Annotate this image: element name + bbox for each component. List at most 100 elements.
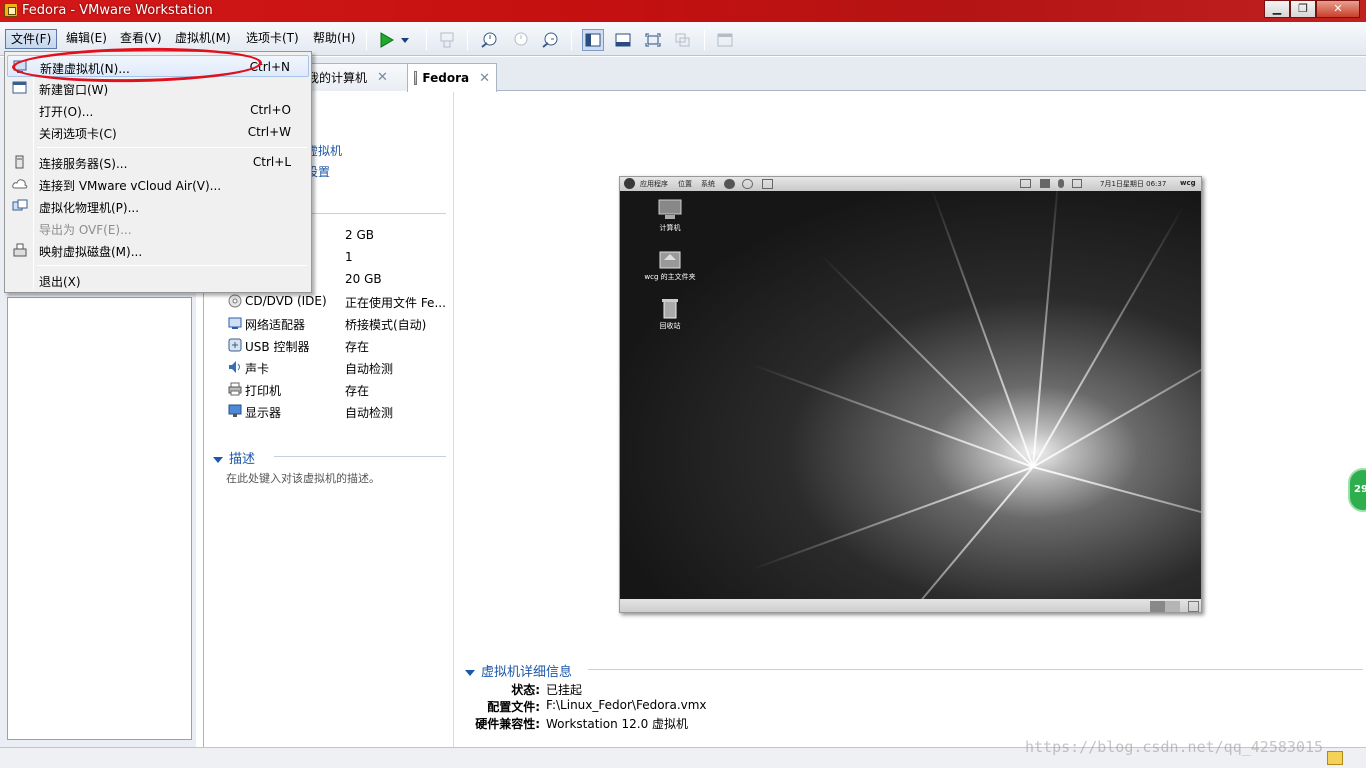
thumbnail-bar-icon[interactable] <box>612 29 634 51</box>
tab-bar: 我的计算机 ✕ Fedora ✕ <box>203 57 1366 92</box>
device-display[interactable]: 显示器 自动检测 <box>226 402 456 422</box>
description-heading[interactable]: 描述 <box>213 448 255 467</box>
fullscreen-icon[interactable] <box>642 29 664 51</box>
network-icon <box>228 316 242 330</box>
menu-item-export-ovf[interactable]: 导出为 OVF(E)... <box>7 217 309 239</box>
desktop-icon-trash: 回收站 <box>640 297 700 331</box>
wallpaper-ray <box>1032 206 1184 468</box>
printer-icon <box>228 382 242 396</box>
maximize-button[interactable]: ❐ <box>1290 0 1316 18</box>
cloud-icon <box>12 177 28 191</box>
device-printer[interactable]: 打印机 存在 <box>226 380 456 400</box>
usb-icon <box>228 338 242 352</box>
snapshot-revert-icon[interactable] <box>509 29 531 51</box>
menu-item-label: 连接服务器(S)... <box>39 157 128 171</box>
tab-fedora[interactable]: Fedora ✕ <box>407 63 497 92</box>
new-vm-icon <box>13 60 29 74</box>
detail-value-compat: Workstation 12.0 虚拟机 <box>546 717 689 731</box>
device-name: 打印机 <box>245 384 282 398</box>
minimize-button[interactable]: ▁ <box>1264 0 1290 18</box>
tab-label: 我的计算机 <box>307 71 368 85</box>
computer-icon <box>657 199 683 221</box>
menu-item-label: 退出(X) <box>39 275 81 289</box>
send-keys-icon[interactable] <box>436 29 458 51</box>
menu-item-connect-server[interactable]: 连接服务器(S)... Ctrl+L <box>7 151 309 173</box>
snapshot-take-icon[interactable] <box>478 29 500 51</box>
sound-icon <box>228 360 242 374</box>
device-network[interactable]: 网络适配器 桥接模式(自动) <box>226 314 456 334</box>
menu-tabs[interactable]: 选项卡(T) <box>241 29 304 49</box>
menu-item-virtualize-pc[interactable]: 虚拟化物理机(P)... <box>7 195 309 217</box>
unity-icon[interactable] <box>672 29 694 51</box>
detail-value-config: F:\Linux_Fedor\Fedora.vmx <box>546 698 707 712</box>
menu-item-new-vm[interactable]: 新建虚拟机(N)... Ctrl+N <box>7 55 309 77</box>
message-log-icon[interactable] <box>1327 751 1343 765</box>
title-bar: Fedora - VMware Workstation ▁ ❐ ✕ <box>0 0 1366 22</box>
tab-close-icon[interactable]: ✕ <box>479 71 490 86</box>
device-cdrom[interactable]: CD/DVD (IDE) 正在使用文件 Fe... <box>226 292 456 312</box>
wallpaper-ray <box>750 363 1034 468</box>
device-name: 声卡 <box>245 362 270 376</box>
divider <box>588 669 1363 670</box>
console-view-icon[interactable] <box>714 29 736 51</box>
dropdown-arrow-icon[interactable] <box>398 29 412 51</box>
display-icon <box>228 404 242 418</box>
menu-item-open[interactable]: 打开(O)... Ctrl+O <box>7 99 309 121</box>
menu-help[interactable]: 帮助(H) <box>308 29 360 49</box>
vmware-app-icon[interactable] <box>4 3 18 17</box>
floating-badge[interactable]: 29 <box>1348 468 1366 512</box>
desktop-icon-label: wcg 的主文件夹 <box>644 273 696 281</box>
workspace-switcher <box>1150 601 1180 612</box>
menu-item-close-tab[interactable]: 关闭选项卡(C) Ctrl+W <box>7 121 309 143</box>
menu-item-label: 新建虚拟机(N)... <box>40 62 130 76</box>
device-name: CD/DVD (IDE) <box>245 294 327 308</box>
device-value: 存在 <box>345 384 370 398</box>
menu-item-label: 连接到 VMware vCloud Air(V)... <box>39 179 222 193</box>
device-sound[interactable]: 声卡 自动检测 <box>226 358 456 378</box>
description-placeholder[interactable]: 在此处键入对该虚拟机的描述。 <box>226 470 380 486</box>
menu-item-label: 新建窗口(W) <box>39 83 109 97</box>
device-value: 存在 <box>345 340 370 354</box>
library-tree[interactable] <box>7 297 192 740</box>
device-value: 正在使用文件 Fe... <box>345 296 446 310</box>
device-name: 显示器 <box>245 406 282 420</box>
menu-view[interactable]: 查看(V) <box>115 29 167 49</box>
device-value: 自动检测 <box>345 362 394 376</box>
toolbar-separator <box>426 30 427 50</box>
detail-value-state: 已挂起 <box>546 683 583 697</box>
desktop-icon-label: 回收站 <box>659 322 681 330</box>
wallpaper-ray <box>1032 466 1201 546</box>
toolbar-separator <box>366 30 367 50</box>
wallpaper-ray <box>820 254 1034 468</box>
menu-vm[interactable]: 虚拟机(M) <box>170 29 236 49</box>
menu-item-exit[interactable]: 退出(X) <box>7 269 309 291</box>
guest-desktop-wallpaper: 计算机 wcg 的主文件夹 回收站 <box>620 177 1201 612</box>
play-icon[interactable] <box>375 29 397 51</box>
snapshot-manager-icon[interactable] <box>539 29 561 51</box>
vm-details-heading-text: 虚拟机详细信息 <box>481 665 573 680</box>
device-usb[interactable]: USB 控制器 存在 <box>226 336 456 356</box>
menu-item-shortcut: Ctrl+L <box>252 155 291 169</box>
toolbar-separator <box>704 30 705 50</box>
watermark: https://blog.csdn.net/qq_42583015 <box>1025 738 1324 756</box>
close-button[interactable]: ✕ <box>1316 0 1360 18</box>
menu-item-vcloud[interactable]: 连接到 VMware vCloud Air(V)... <box>7 173 309 195</box>
vm-screen-thumbnail[interactable]: 应用程序 位置 系统 7月1日星期日 06:37 wcg 计算机 wcg 的主文… <box>619 176 1202 613</box>
device-value: 桥接模式(自动) <box>345 318 427 332</box>
menu-file[interactable]: 文件(F) <box>5 29 58 49</box>
menu-item-new-window[interactable]: 新建窗口(W) <box>7 77 309 99</box>
device-value: 1 <box>345 250 353 264</box>
tab-close-icon[interactable]: ✕ <box>377 70 388 85</box>
guest-user: wcg <box>1180 179 1196 187</box>
guest-menu-places: 位置 <box>678 180 692 188</box>
vm-details-heading[interactable]: 虚拟机详细信息 <box>465 661 572 680</box>
virtualize-pc-icon <box>12 199 28 213</box>
tab-my-computer[interactable]: 我的计算机 ✕ <box>296 63 408 91</box>
description-heading-text: 描述 <box>229 452 256 467</box>
library-view-icon[interactable] <box>582 29 604 51</box>
toolbar-separator <box>467 30 468 50</box>
device-value: 20 GB <box>345 272 382 286</box>
menu-edit[interactable]: 编辑(E) <box>61 29 112 49</box>
menu-item-map-disk[interactable]: 映射虚拟磁盘(M)... <box>7 239 309 261</box>
menu-item-label: 映射虚拟磁盘(M)... <box>39 245 143 259</box>
